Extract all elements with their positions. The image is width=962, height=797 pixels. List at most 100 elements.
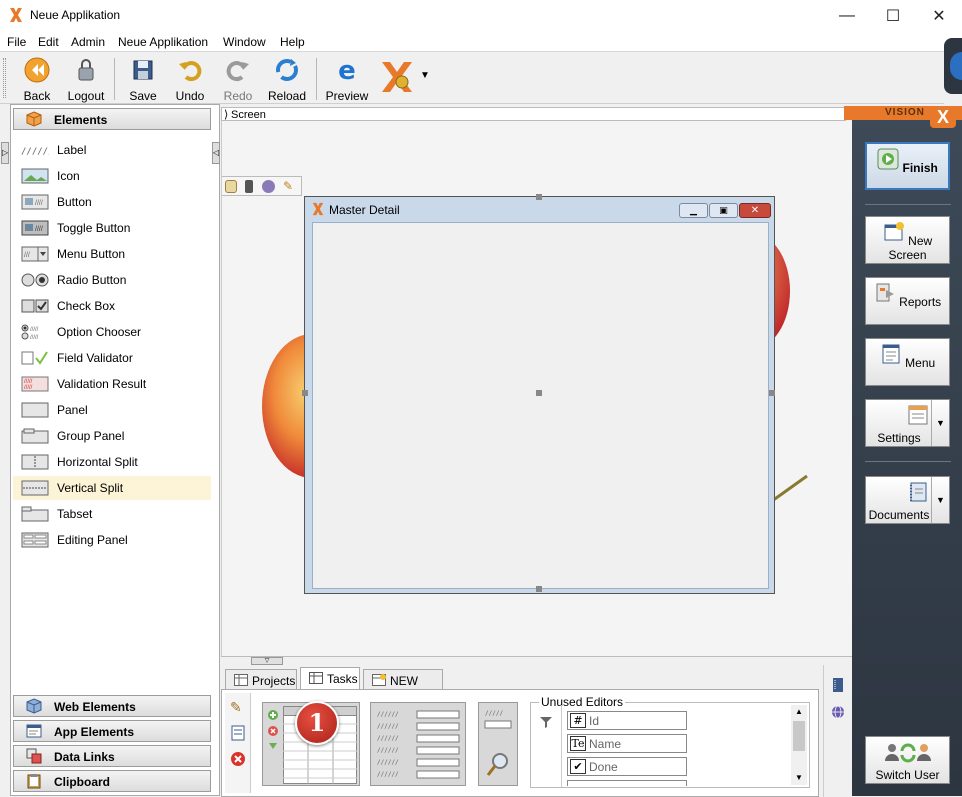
resize-handle[interactable] xyxy=(536,390,542,396)
menu-file[interactable]: File xyxy=(7,35,26,49)
editor-name[interactable]: Te Name xyxy=(567,734,687,753)
globe-icon[interactable] xyxy=(262,180,275,193)
logout-icon xyxy=(78,59,94,81)
undo-button[interactable]: Undo xyxy=(170,56,210,103)
app-elements-header[interactable]: App Elements xyxy=(13,720,211,742)
menu-admin[interactable]: Admin xyxy=(71,35,105,49)
scroll-down-icon[interactable]: ▼ xyxy=(795,773,803,782)
element-option-chooser[interactable]: ///// ///// Option Chooser xyxy=(13,320,211,344)
filter-icon[interactable] xyxy=(539,715,553,729)
tab-new-table[interactable]: NEW table xyxy=(363,669,443,702)
resize-handle[interactable] xyxy=(769,390,775,396)
element-label-text: Label xyxy=(57,143,87,157)
master-detail-content[interactable] xyxy=(312,222,769,589)
minimize-button[interactable]: — xyxy=(824,0,870,31)
element-radio-button[interactable]: Radio Button xyxy=(13,268,211,292)
table-layout-card[interactable]: 1 xyxy=(262,701,360,786)
pencil-icon[interactable]: ✎ xyxy=(283,179,297,193)
globe-icon[interactable] xyxy=(831,705,845,719)
mobile-icon[interactable] xyxy=(245,180,253,193)
edit-pencil-icon[interactable]: ✎ xyxy=(230,699,242,716)
master-detail-window[interactable]: Master Detail ▁ ▣ ✕ xyxy=(302,194,775,594)
tab-projects-label: Projects xyxy=(252,674,296,688)
element-tabset[interactable]: Tabset xyxy=(13,502,211,526)
scroll-thumb[interactable] xyxy=(793,721,805,751)
element-check-box-text: Check Box xyxy=(57,299,116,313)
settings-button[interactable]: Settings ▼ xyxy=(865,399,950,447)
left-panel-collapse-handle[interactable]: ◁ xyxy=(211,138,221,168)
form-fields-icon: ////// ////// ////// ////// ////// ////// xyxy=(377,710,460,779)
back-button[interactable]: Back xyxy=(18,56,56,103)
designer-maximize-button[interactable]: ▣ xyxy=(709,203,738,218)
data-links-header[interactable]: Data Links xyxy=(13,745,211,767)
tab-tasks[interactable]: Tasks xyxy=(300,667,360,689)
element-toggle-button[interactable]: //// Toggle Button xyxy=(13,216,211,240)
element-label[interactable]: /////// Label xyxy=(13,138,211,162)
form-icon[interactable] xyxy=(230,725,246,741)
element-button[interactable]: //// Button xyxy=(13,190,211,214)
menu-window[interactable]: Window xyxy=(223,35,266,49)
design-canvas[interactable]: ✎ Master Detail ▁ ▣ ✕ xyxy=(221,121,852,656)
editor-id[interactable]: # Id xyxy=(567,711,687,730)
breadcrumb-screen[interactable]: Screen xyxy=(231,109,266,121)
resize-handle[interactable] xyxy=(536,194,542,200)
elements-header-label: Elements xyxy=(54,113,108,127)
delete-icon[interactable] xyxy=(230,751,246,767)
left-collapse-handle[interactable]: ▷ xyxy=(0,138,10,168)
scroll-up-icon[interactable]: ▲ xyxy=(795,707,803,716)
element-vertical-split[interactable]: Vertical Split xyxy=(13,476,211,500)
documents-button[interactable]: Documents ▼ xyxy=(865,476,950,524)
element-horizontal-split[interactable]: Horizontal Split xyxy=(13,450,211,474)
unused-editors-label: Unused Editors xyxy=(539,695,626,709)
element-editing-panel[interactable]: Editing Panel xyxy=(13,528,211,552)
element-check-box[interactable]: Check Box xyxy=(13,294,211,318)
element-group-panel[interactable]: Group Panel xyxy=(13,424,211,448)
tools-dropdown-button[interactable]: ▼ xyxy=(378,56,432,100)
reports-button[interactable]: Reports xyxy=(865,277,950,325)
menu-help[interactable]: Help xyxy=(280,35,305,49)
number-field-icon: # xyxy=(570,713,586,728)
documents-dropdown-chevron-icon[interactable]: ▼ xyxy=(931,477,949,523)
settings-dropdown-chevron-icon[interactable]: ▼ xyxy=(931,400,949,446)
redo-button[interactable]: Redo xyxy=(218,56,258,103)
clipboard-header[interactable]: Clipboard xyxy=(13,770,211,792)
back-label: Back xyxy=(23,89,51,103)
menu-button[interactable]: Menu xyxy=(865,338,950,386)
element-menu-button[interactable]: /// Menu Button xyxy=(13,242,211,266)
designer-close-button[interactable]: ✕ xyxy=(739,203,771,218)
svg-text://////: ////// xyxy=(377,771,399,778)
tab-projects[interactable]: Projects xyxy=(225,669,297,689)
resize-handle[interactable] xyxy=(536,586,542,592)
menu-edit[interactable]: Edit xyxy=(38,35,59,49)
editors-scrollbar[interactable]: ▲ ▼ xyxy=(791,705,807,785)
save-button[interactable]: Save xyxy=(124,56,162,103)
menu-icon xyxy=(882,344,900,364)
preview-button[interactable]: e Preview xyxy=(324,56,370,103)
menu-neue-applikation[interactable]: Neue Applikation xyxy=(118,35,208,49)
save-icon xyxy=(133,60,153,80)
element-panel[interactable]: Panel xyxy=(13,398,211,422)
finish-button[interactable]: Finish xyxy=(865,142,950,190)
toolbar-grip[interactable] xyxy=(3,58,6,98)
database-icon[interactable] xyxy=(225,180,237,193)
maximize-button[interactable]: ☐ xyxy=(870,0,916,31)
logout-button[interactable]: Logout xyxy=(64,56,108,103)
notebook-icon[interactable] xyxy=(832,677,844,693)
form-layout-card[interactable]: ////// ////// ////// ////// ////// ////// xyxy=(370,702,466,786)
web-elements-header[interactable]: Web Elements xyxy=(13,695,211,717)
window-title: Neue Applikation xyxy=(30,8,121,22)
bottom-collapse-handle[interactable]: ▽ xyxy=(251,657,283,665)
close-button[interactable]: ✕ xyxy=(916,0,962,31)
editor-done[interactable]: ✔ Done xyxy=(567,757,687,776)
element-field-validator[interactable]: Field Validator xyxy=(13,346,211,370)
element-validation-result[interactable]: ////////// Validation Result xyxy=(13,372,211,396)
search-layout-card[interactable]: ///// xyxy=(478,702,518,786)
bottom-right-strip xyxy=(823,665,852,797)
elements-header[interactable]: Elements xyxy=(13,108,211,130)
element-icon[interactable]: Icon xyxy=(13,164,211,188)
designer-minimize-button[interactable]: ▁ xyxy=(679,203,708,218)
new-screen-button[interactable]: New Screen xyxy=(865,216,950,264)
reload-button[interactable]: Reload xyxy=(266,56,308,103)
resize-handle[interactable] xyxy=(302,390,308,396)
switch-user-button[interactable]: Switch User xyxy=(865,736,950,784)
